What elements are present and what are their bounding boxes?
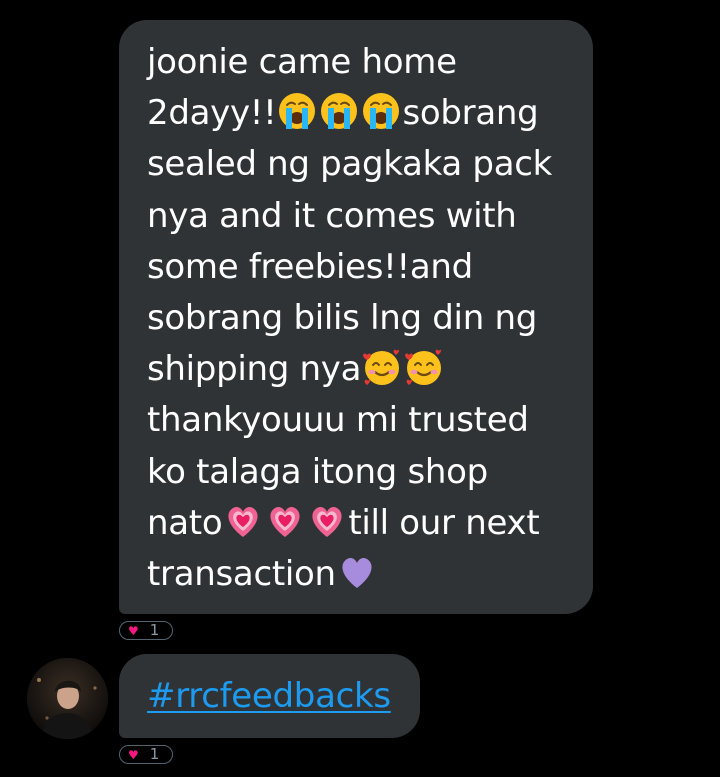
message-text: ko talaga itong shop: [147, 451, 488, 492]
reaction-badge[interactable]: ♥ 1: [119, 621, 173, 640]
reaction-count: 1: [149, 621, 160, 639]
smiling-face-with-hearts-icon: [362, 347, 402, 387]
growing-heart-icon: [307, 501, 347, 541]
message-text: thankyouuu mi trusted: [147, 400, 529, 441]
message-text: joonie came home: [147, 42, 457, 82]
message-line: nato till our next: [147, 498, 567, 549]
message-line: ko talaga itong shop: [147, 447, 567, 498]
message-bubble-2[interactable]: #rrcfeedbacks: [119, 654, 420, 738]
crying-face-icon: [319, 91, 359, 131]
message-text: nya and it comes with: [147, 195, 517, 236]
heart-icon: ♥: [128, 747, 139, 762]
message-line: some freebies!!and: [147, 242, 567, 293]
message-text: transaction: [147, 554, 336, 595]
smiling-face-with-hearts-icon: [404, 347, 444, 387]
message-line: 2dayy!! sobrang: [147, 88, 567, 139]
message-line: nya and it comes with: [147, 191, 567, 242]
heart-icon: ♥: [128, 623, 139, 638]
message-text: sobrang bilis lng din ng: [147, 298, 537, 339]
hashtag-link[interactable]: #rrcfeedbacks: [147, 676, 391, 716]
message-text: nato: [147, 502, 223, 543]
avatar[interactable]: [27, 658, 108, 739]
reaction-badge[interactable]: ♥ 1: [119, 745, 173, 764]
message-line: sealed ng pagkaka pack: [147, 139, 567, 190]
crying-face-icon: [277, 91, 317, 131]
reaction-count: 1: [149, 745, 160, 763]
message-text: sealed ng pagkaka pack: [147, 144, 553, 185]
message-bubble-1[interactable]: joonie came home 2dayy!! sobrang sealed ng …: [119, 20, 593, 614]
crying-face-icon: [361, 91, 401, 131]
message-text: shipping nya: [147, 349, 362, 390]
message-text: till our next: [348, 502, 540, 543]
message-line: transaction: [147, 549, 567, 600]
growing-heart-icon: [265, 501, 305, 541]
message-text: 2dayy!!: [147, 93, 277, 134]
purple-heart-icon: [337, 552, 377, 592]
message-line: shipping nya: [147, 344, 567, 395]
message-line: sobrang bilis lng din ng: [147, 293, 567, 344]
message-line: joonie came home: [147, 37, 567, 88]
growing-heart-icon: [223, 501, 263, 541]
message-line: thankyouuu mi trusted: [147, 395, 567, 446]
message-text: some freebies!!and: [147, 246, 473, 287]
message-text: sobrang: [402, 93, 539, 134]
